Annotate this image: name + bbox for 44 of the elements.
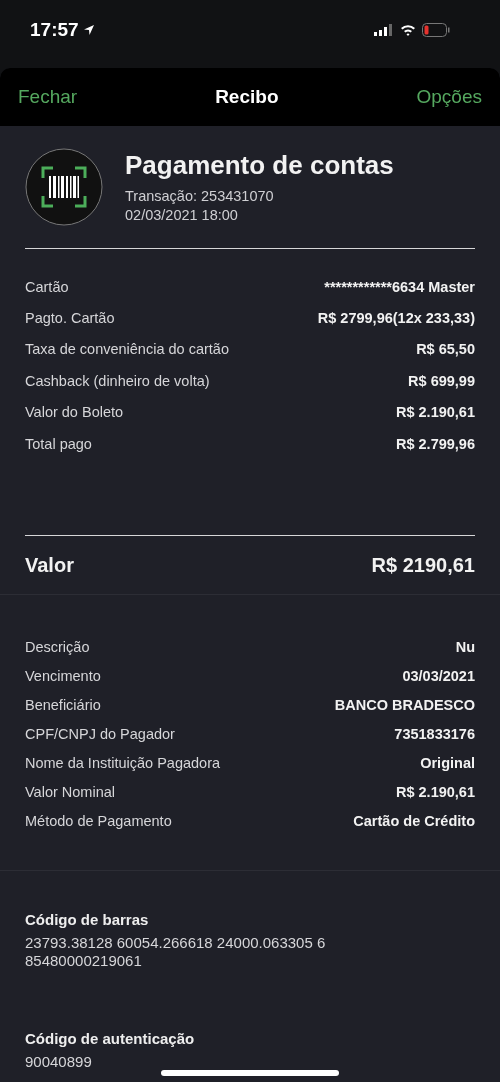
receipt-title: Pagamento de contas — [125, 149, 394, 181]
barcode-scan-icon — [25, 148, 103, 226]
row-label: Cartão — [25, 278, 69, 295]
row-value: R$ 2.190,61 — [396, 404, 475, 421]
nav-title: Recibo — [215, 86, 279, 108]
code-label: Código de barras — [25, 911, 150, 929]
battery-icon — [422, 23, 450, 37]
row-label: Valor do Boleto — [25, 404, 124, 421]
code-value: 23793.38128 60054.266618 24000.063305 6 85480000219061 — [25, 934, 327, 971]
row-label: Método de Pagamento — [25, 812, 172, 829]
row-label: Total pago — [25, 435, 92, 452]
location-arrow-icon — [82, 24, 95, 36]
wifi-icon — [400, 24, 416, 36]
row-label: Vencimento — [25, 667, 101, 684]
row-label: Valor Nominal — [25, 783, 115, 800]
row-label: Nome da Instituição Pagadora — [25, 754, 221, 771]
row-value: Original — [420, 754, 475, 771]
row-value: R$ 699,99 — [408, 372, 475, 389]
total-label: Valor — [25, 553, 74, 577]
transaction-date: 02/03/2021 18:00 — [125, 205, 239, 225]
row-value: R$ 65,50 — [416, 341, 475, 358]
row-value: BANCO BRADESCO — [334, 696, 475, 713]
row-value: R$ 2.799,96 — [396, 435, 475, 452]
code-label: Código de autenticação — [25, 1030, 196, 1048]
row-label: CPF/CNPJ do Pagador — [25, 725, 175, 742]
close-button[interactable]: Fechar — [18, 86, 78, 108]
row-value: 7351833176 — [394, 725, 475, 742]
row-value: Cartão de Crédito — [353, 812, 475, 829]
options-button[interactable]: Opções — [416, 86, 482, 108]
row-label: Beneficiário — [25, 696, 101, 713]
status-time: 17:57 — [30, 19, 79, 41]
row-value: ************6634 Master — [324, 278, 475, 295]
row-value: R$ 2.190,61 — [396, 783, 475, 800]
row-label: Taxa de conveniência do cartão — [25, 341, 229, 358]
row-value: 03/03/2021 — [402, 667, 475, 684]
signal-icon — [374, 24, 394, 36]
transaction-id: Transação: 253431070 — [125, 186, 275, 206]
row-value: R$ 2799,96(12x 233,33) — [317, 310, 475, 327]
row-label: Descrição — [25, 638, 90, 655]
code-value: 90040899 — [25, 1053, 93, 1072]
total-value: R$ 2190,61 — [371, 553, 475, 577]
row-label: Pagto. Cartão — [25, 310, 115, 327]
row-value: Nu — [455, 638, 475, 655]
row-label: Cashback (dinheiro de volta) — [25, 372, 210, 389]
